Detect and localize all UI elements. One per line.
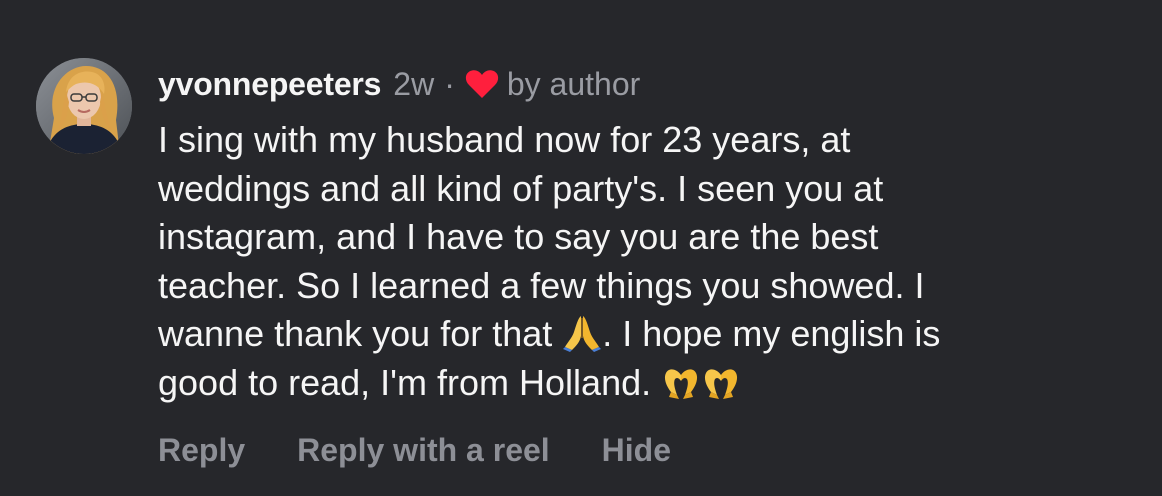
liked-by-author-label: by author — [506, 65, 641, 102]
hide-button[interactable]: Hide — [602, 432, 671, 469]
avatar-image — [36, 58, 132, 154]
heart-hands-emoji — [661, 361, 701, 401]
comment-text: I sing with my husband now for 23 years,… — [158, 116, 1118, 407]
avatar[interactable] — [36, 58, 132, 154]
username[interactable]: yvonnepeeters — [158, 66, 381, 103]
comment-content: yvonnepeeters 2w · by author I sing with… — [158, 62, 1138, 407]
folded-hands-emoji — [562, 312, 602, 352]
heart-icon — [465, 68, 499, 100]
comment-item: yvonnepeeters 2w · by author I sing with… — [0, 0, 1162, 496]
reply-with-reel-button[interactable]: Reply with a reel — [297, 432, 550, 469]
comment-actions: Reply Reply with a reel Hide — [158, 428, 671, 472]
separator: · — [444, 65, 455, 102]
heart-hands-emoji — [701, 361, 741, 401]
reply-button[interactable]: Reply — [158, 432, 245, 469]
comment-header: yvonnepeeters 2w · by author — [158, 62, 1138, 106]
timestamp: 2w — [393, 65, 435, 102]
